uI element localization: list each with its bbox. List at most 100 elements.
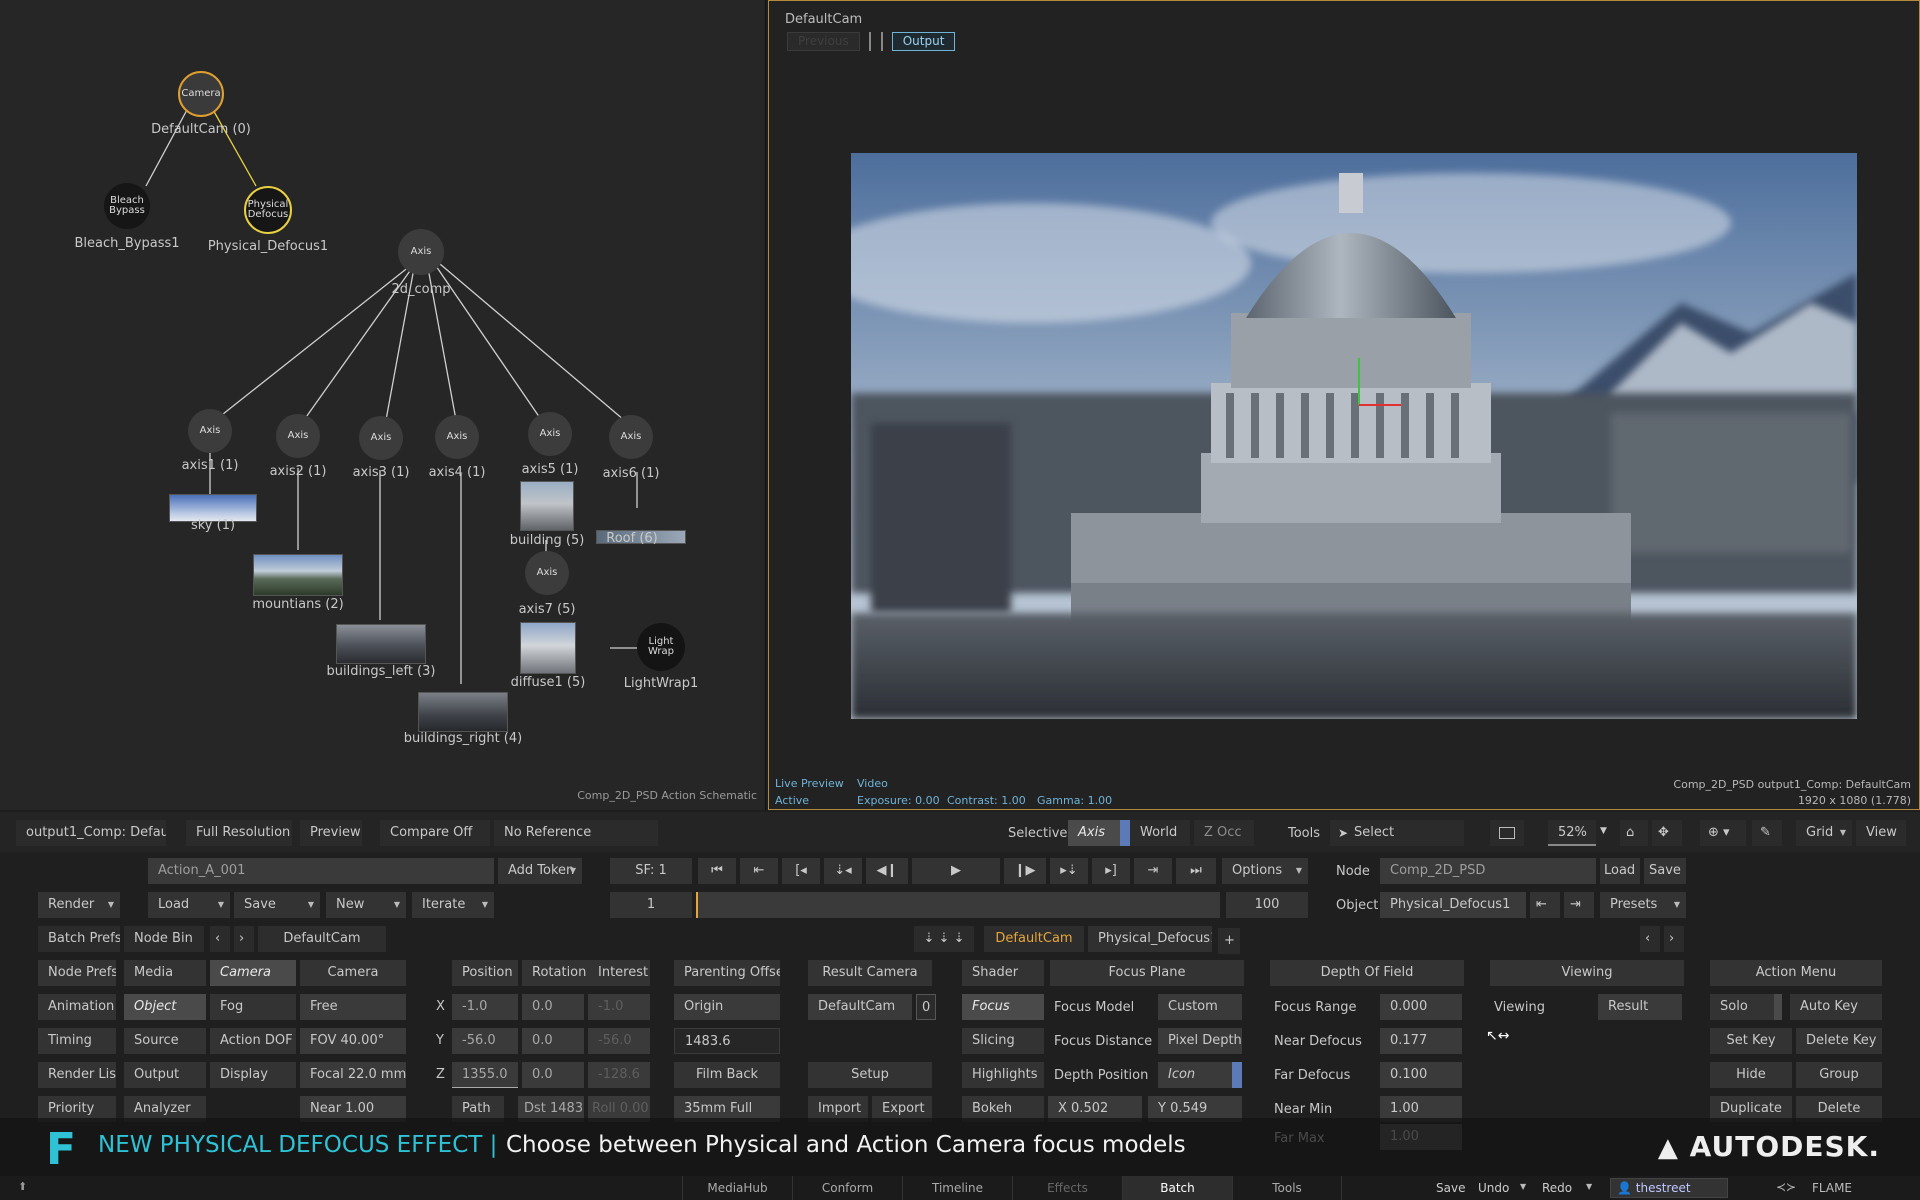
action-dof-menu[interactable]: Action DOF [210, 1028, 296, 1054]
prev-key-icon[interactable]: ⇤ [740, 858, 778, 884]
add-token-button[interactable]: Add Token [498, 858, 582, 884]
frame-end-field[interactable]: 100 [1226, 892, 1308, 918]
save-button[interactable]: Save [234, 892, 320, 918]
axis5-node-icon[interactable]: Axis [528, 412, 572, 456]
interest-z-field[interactable]: -128.6 [588, 1062, 650, 1088]
expand-arrow-icon[interactable]: ⬆ [18, 1180, 27, 1193]
output-menu[interactable]: Output [124, 1062, 206, 1088]
zoom-field[interactable]: 52% [1548, 820, 1596, 846]
video-label[interactable]: Video [857, 777, 888, 790]
delete-key-button[interactable]: Delete Key [1796, 1028, 1882, 1054]
display-menu[interactable]: Display [210, 1062, 296, 1088]
new-button[interactable]: New [326, 892, 406, 918]
interest-x-field[interactable]: -1.0 [588, 994, 650, 1020]
action-schematic-panel[interactable]: Camera DefaultCam (0) Bleach Bypass Blea… [0, 0, 766, 810]
output-selector[interactable]: output1_Comp: Default [16, 820, 166, 846]
select-tool-button[interactable]: ➤ Select [1330, 820, 1464, 846]
play-icon[interactable]: ▶ [912, 858, 1000, 884]
zocc-button[interactable]: Z Occ [1194, 820, 1254, 846]
undo-dropdown-icon[interactable]: ▼ [1520, 1182, 1526, 1191]
tab-effects[interactable]: Effects [1012, 1176, 1122, 1200]
focus-model-field[interactable]: Custom [1158, 994, 1242, 1020]
world-mode-button[interactable]: World [1130, 820, 1190, 846]
position-y-field[interactable]: -56.0 [452, 1028, 518, 1054]
global-save-button[interactable]: Save [1436, 1181, 1465, 1195]
shader-highlights-menu[interactable]: Highlights [962, 1062, 1044, 1088]
compare-button[interactable]: Compare Off [380, 820, 490, 846]
redo-button[interactable]: Redo [1542, 1181, 1572, 1195]
camera-node-icon[interactable]: Camera [178, 71, 224, 117]
next-frame-set-icon[interactable]: ▸] [1092, 858, 1130, 884]
rotation-x-field[interactable]: 0.0 [522, 994, 584, 1020]
node-bin-button[interactable]: Node Bin [124, 926, 204, 952]
preview-button[interactable]: Preview [300, 820, 362, 846]
interest-y-field[interactable]: -56.0 [588, 1028, 650, 1054]
camera-mode-field[interactable]: Free [300, 994, 406, 1020]
next-key-icon[interactable]: ⇥ [1134, 858, 1172, 884]
go-to-start-icon[interactable]: ⏮ [698, 858, 736, 884]
set-key-button[interactable]: Set Key [1710, 1028, 1792, 1054]
node-name-field[interactable]: Comp_2D_PSD [1380, 858, 1596, 884]
reference-button[interactable]: No Reference [494, 820, 658, 846]
node-prefs-button[interactable]: Node Prefs [38, 960, 116, 986]
options-dropdown[interactable]: Options [1222, 858, 1308, 884]
presets-dropdown[interactable]: Presets [1600, 892, 1686, 918]
panel-scroll-right-icon[interactable]: › [1664, 926, 1684, 952]
bleach-bypass-node-icon[interactable]: Bleach Bypass [104, 183, 150, 229]
axis-mode-button[interactable]: Axis [1068, 820, 1130, 846]
object-menu[interactable]: Object [124, 994, 206, 1020]
iterate-button[interactable]: Iterate [412, 892, 494, 918]
far-max-field[interactable]: 1.00 [1380, 1124, 1462, 1150]
view-button[interactable]: View [1856, 820, 1906, 846]
solo-button[interactable]: Solo [1710, 994, 1782, 1020]
auto-key-button[interactable]: Auto Key [1790, 994, 1882, 1020]
focus-distance-field[interactable]: Pixel Depth [1158, 1028, 1242, 1054]
building-thumbnail[interactable] [520, 481, 574, 531]
frame-all-icon[interactable]: ✥ [1652, 820, 1682, 846]
step-forward-icon[interactable]: ❙▶ [1004, 858, 1046, 884]
tab-physical-defocus[interactable]: Physical_Defocus1 [1088, 926, 1212, 952]
home-icon[interactable]: ⌂ [1620, 820, 1648, 846]
lightwrap-node-icon[interactable]: Light Wrap [637, 623, 685, 671]
result-camera-field[interactable]: DefaultCam [808, 994, 912, 1020]
resolution-button[interactable]: Full Resolution [186, 820, 292, 846]
batch-prefs-button[interactable]: Batch Prefs [38, 926, 120, 952]
layout-toggle-icon[interactable] [1490, 820, 1524, 846]
tab-scroll-left-icon[interactable]: ‹ [210, 926, 230, 952]
position-x-field[interactable]: -1.0 [452, 994, 518, 1020]
camera-menu[interactable]: Camera [210, 960, 296, 986]
axis7-node-icon[interactable]: Axis [525, 551, 569, 595]
film-back-button[interactable]: Film Back [674, 1062, 780, 1088]
near-defocus-field[interactable]: 0.177 [1380, 1028, 1462, 1054]
axis1-node-icon[interactable]: Axis [188, 409, 232, 453]
next-object-icon[interactable]: ⇥ [1564, 892, 1594, 918]
add-tab-button[interactable]: + [1218, 928, 1240, 954]
tab-batch[interactable]: Batch [1122, 1176, 1232, 1200]
grid-dropdown[interactable]: Grid [1796, 820, 1852, 846]
fov-field[interactable]: FOV 40.00° [300, 1028, 406, 1054]
step-back-icon[interactable]: ◀❙ [866, 858, 908, 884]
timeline-scrubber[interactable] [696, 892, 1220, 918]
viewing-result-field[interactable]: Result [1598, 994, 1682, 1020]
frame-start-field[interactable]: 1 [610, 892, 692, 918]
shader-focus-menu[interactable]: Focus [962, 994, 1044, 1020]
mountains-thumbnail[interactable] [253, 554, 343, 596]
redo-dropdown-icon[interactable]: ▼ [1586, 1182, 1592, 1191]
tab-defaultcam[interactable]: DefaultCam [258, 926, 386, 952]
source-menu[interactable]: Source [124, 1028, 206, 1054]
viewport-panel[interactable]: DefaultCam Previous Output Live Preview … [768, 0, 1920, 810]
live-preview-label[interactable]: Live Preview [775, 777, 844, 790]
buildings-left-thumbnail[interactable] [336, 624, 426, 664]
prev-marker-icon[interactable]: ⇣◂ [824, 858, 862, 884]
axis3-node-icon[interactable]: Axis [359, 416, 403, 460]
next-marker-icon[interactable]: ▸⇣ [1050, 858, 1088, 884]
hide-button[interactable]: Hide [1710, 1062, 1792, 1088]
buildings-right-thumbnail[interactable] [418, 692, 508, 732]
result-camera-index[interactable]: 0 [916, 994, 936, 1020]
tab-scroll-right-icon[interactable]: › [234, 926, 254, 952]
panel-scroll-left-icon[interactable]: ‹ [1640, 926, 1660, 952]
fog-menu[interactable]: Fog [210, 994, 296, 1020]
tab-previous[interactable]: Previous [787, 32, 860, 51]
manipulator-icon[interactable]: ⊕ ▾ [1700, 820, 1746, 846]
diffuse-thumbnail[interactable] [520, 622, 576, 674]
